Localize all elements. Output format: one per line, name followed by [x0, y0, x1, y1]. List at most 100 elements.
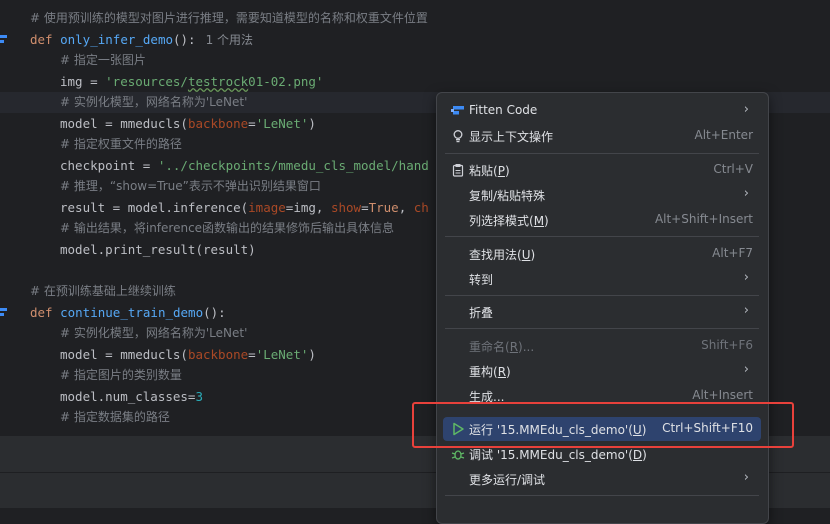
comment: # 指定一张图片 — [60, 53, 146, 67]
keyword: def — [30, 32, 61, 47]
label-text: 重构( — [469, 365, 498, 379]
code-text: def continue_train_demo(): — [30, 302, 226, 323]
shortcut: Alt+Insert — [692, 388, 753, 402]
chevron-right-icon: › — [743, 303, 749, 318]
string: 'LeNet' — [255, 116, 309, 131]
code-token: = — [361, 200, 369, 215]
chevron-right-icon: › — [743, 186, 749, 201]
param: show — [330, 200, 362, 215]
menu-item-label: 调试 '15.MMEdu_cls_demo'(D) — [469, 446, 647, 463]
comment: # 指定数据集的路径 — [60, 410, 170, 424]
string: '../checkpoints/mmedu_cls_model/hand — [157, 158, 429, 173]
string: testrock — [187, 74, 249, 89]
code-line: def only_infer_demo(): 1 个用法 — [0, 29, 830, 50]
label-text: ) — [642, 448, 647, 462]
code-text: model = mmeducls(backbone='LeNet') — [60, 344, 316, 365]
menu-item-rename[interactable]: 重命名(R)... Shift+F6 — [443, 334, 761, 358]
fitten-code-icon — [451, 104, 465, 118]
comment: # 指定权重文件的路径 — [60, 137, 182, 151]
number: 3 — [195, 389, 203, 404]
chevron-right-icon: › — [743, 102, 749, 117]
menu-item-label: Fitten Code — [469, 103, 538, 117]
code-token: img = — [60, 74, 106, 89]
context-menu: Fitten Code › 显示上下文操作 Alt+Enter 粘贴(P) Ct… — [436, 92, 769, 524]
menu-item-label: 折叠 — [469, 306, 494, 320]
chevron-right-icon: › — [743, 270, 749, 285]
menu-item-find-usages[interactable]: 查找用法(U) Alt+F7 — [443, 242, 761, 266]
mnemonic: R — [509, 340, 519, 354]
param: image — [248, 200, 286, 215]
bug-icon — [451, 447, 465, 461]
code-token: (): — [203, 305, 226, 320]
menu-item-label: 更多运行/调试 — [469, 473, 546, 487]
param: ch — [413, 200, 429, 215]
comment: # 使用预训练的模型对图片进行推理，需要知道模型的名称和权重文件位置 — [30, 11, 428, 25]
code-text: model = mmeducls(backbone='LeNet') — [60, 113, 316, 134]
comment: # 指定图片的类别数量 — [60, 368, 182, 382]
param: backbone — [187, 116, 249, 131]
mnemonic: R — [497, 365, 507, 379]
menu-item-fitten-code[interactable]: Fitten Code › — [443, 99, 761, 123]
code-line: img = 'resources/testrock01-02.png' — [0, 71, 830, 92]
mnemonic: D — [632, 448, 643, 462]
string: 'resources/ — [105, 74, 188, 89]
fitten-gutter-icon[interactable] — [0, 35, 7, 44]
code-token: ) — [308, 116, 316, 131]
fitten-gutter-icon[interactable] — [0, 308, 7, 317]
code-text: model.print_result(result) — [60, 242, 256, 257]
menu-item-show-context-actions[interactable]: 显示上下文操作 Alt+Enter — [443, 124, 761, 148]
code-line: # 指定一张图片 — [0, 50, 830, 71]
code-token: ) — [308, 347, 316, 362]
code-token: ls( — [165, 116, 188, 131]
menu-item-label: 重命名(R)... — [469, 338, 534, 355]
menu-item-goto[interactable]: 转到 › — [443, 267, 761, 291]
comment: # 实例化模型，网络名称为'LeNet' — [60, 326, 248, 340]
menu-item-copy-paste-special[interactable]: 复制/粘贴特殊 › — [443, 183, 761, 207]
menu-separator — [445, 495, 759, 496]
clipboard-icon — [451, 163, 465, 177]
label-text: ) — [530, 248, 536, 262]
comment: # 实例化模型，网络名称为'LeNet' — [60, 95, 248, 109]
function-name: only_infer_demo — [60, 32, 173, 47]
comment: # 推理，“show=True”表示不弹出识别结果窗口 — [60, 179, 321, 193]
usage-hint[interactable]: 1 个用法 — [206, 33, 253, 47]
menu-item-label: 显示上下文操作 — [469, 130, 554, 144]
highlight-annotation-box — [412, 402, 794, 448]
mnemonic: M — [533, 214, 545, 228]
label-text: ) — [504, 164, 510, 178]
string: 'LeNet' — [255, 347, 309, 362]
lightbulb-icon — [451, 129, 465, 143]
label-text: 列选择模式( — [469, 214, 534, 228]
code-token: =img, — [285, 200, 331, 215]
menu-item-paste[interactable]: 粘贴(P) Ctrl+V — [443, 158, 761, 182]
menu-item-label: 转到 — [469, 273, 494, 287]
code-token: , — [398, 200, 414, 215]
keyword: def — [30, 305, 61, 320]
code-token: result = model.inference( — [60, 200, 249, 215]
menu-item-label: 重构(R) — [469, 363, 511, 380]
code-text: model.num_classes=3 — [60, 386, 203, 407]
comment: # 在预训练基础上继续训练 — [30, 284, 176, 298]
menu-item-fold[interactable]: 折叠 › — [443, 300, 761, 324]
label-text: 查找用法( — [469, 248, 522, 262]
menu-separator — [445, 295, 759, 296]
menu-item-label: 列选择模式(M) — [469, 212, 549, 229]
menu-item-more-run-debug[interactable]: 更多运行/调试 › — [443, 467, 761, 491]
label-text: 调试 '15.MMEdu_cls_demo'( — [469, 448, 633, 462]
string: 01-02.png' — [248, 74, 324, 89]
label-text: ) — [544, 214, 549, 228]
menu-item-refactor[interactable]: 重构(R) › — [443, 359, 761, 383]
menu-item-column-selection[interactable]: 列选择模式(M) Alt+Shift+Insert — [443, 208, 761, 232]
shortcut: Alt+Enter — [694, 128, 753, 142]
function-name: continue_train_demo — [60, 305, 204, 320]
code-token: model = mmeduc — [60, 347, 166, 362]
chevron-right-icon: › — [743, 470, 749, 485]
shortcut: Alt+Shift+Insert — [654, 212, 753, 226]
label-text: )... — [518, 340, 535, 354]
shortcut: Ctrl+V — [713, 162, 753, 176]
param: backbone — [187, 347, 249, 362]
code-token: model = mmeduc — [60, 116, 166, 131]
code-line: # 使用预训练的模型对图片进行推理，需要知道模型的名称和权重文件位置 — [0, 8, 830, 29]
label-text: 粘贴( — [469, 164, 498, 178]
menu-separator — [445, 236, 759, 237]
